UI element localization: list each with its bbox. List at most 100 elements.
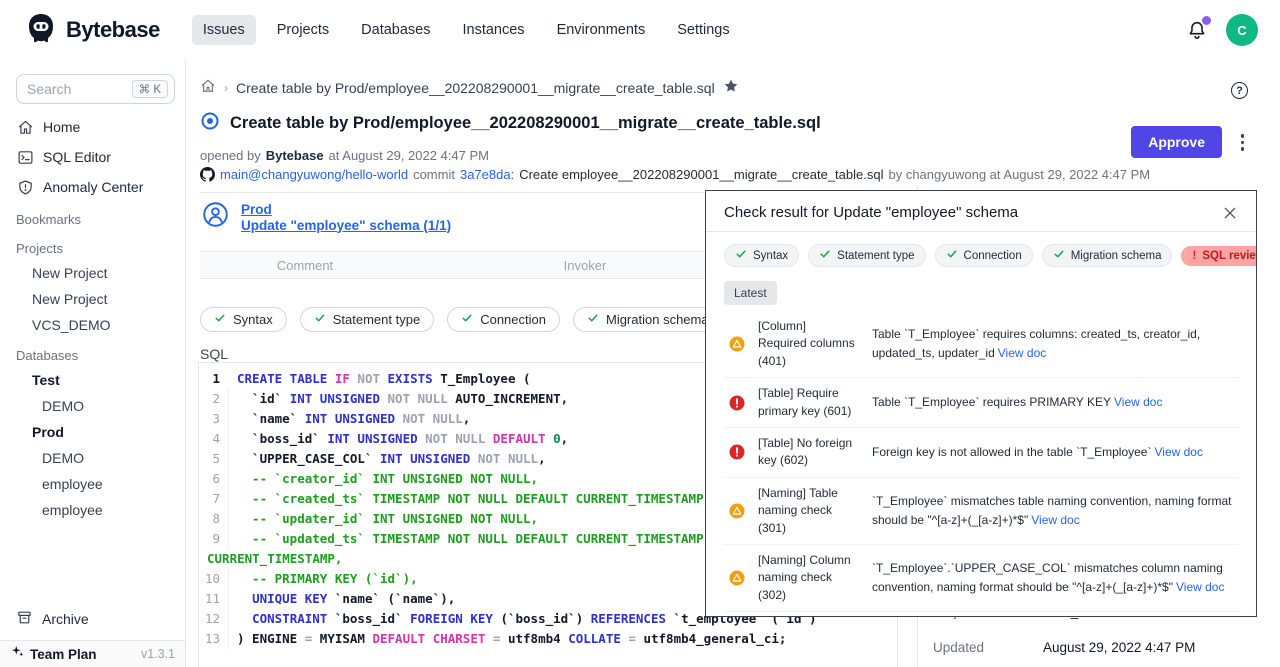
sidebar-sections: BookmarksProjectsNew ProjectNew ProjectV… <box>0 202 185 523</box>
check-connection[interactable]: Connection <box>447 307 560 332</box>
line-number: 13 <box>199 629 229 649</box>
opened-time: at August 29, 2022 4:47 PM <box>329 148 489 163</box>
error-icon <box>728 394 746 412</box>
latest-button[interactable]: Latest <box>724 281 777 305</box>
section-title-projects: Projects <box>0 231 185 260</box>
line-number: 11 <box>199 589 229 609</box>
sidebar-item-prod[interactable]: Prod <box>0 419 185 445</box>
modal-check-badges: Syntax Statement type Connection Migration … <box>724 244 1238 267</box>
check-connection[interactable]: Connection <box>935 244 1033 267</box>
sidebar-item-demo[interactable]: DEMO <box>0 445 185 471</box>
approve-button[interactable]: Approve <box>1131 126 1222 158</box>
nav-item-databases[interactable]: Databases <box>350 15 441 45</box>
view-doc-link[interactable]: View doc <box>998 346 1046 360</box>
view-doc-link[interactable]: View doc <box>1031 513 1079 527</box>
check-statement-type[interactable]: Statement type <box>808 244 925 267</box>
opened-prefix: opened by <box>200 148 261 163</box>
nav-item-issues[interactable]: Issues <box>192 15 256 45</box>
nav-item-settings[interactable]: Settings <box>666 15 740 45</box>
nav-item-environments[interactable]: Environments <box>546 15 657 45</box>
view-doc-link[interactable]: View doc <box>1176 580 1224 594</box>
github-icon <box>200 167 215 182</box>
sidebar-item-employee[interactable]: employee <box>0 497 185 523</box>
check-icon <box>819 248 831 263</box>
line-number: 7 <box>199 489 229 509</box>
check-result-row: [Column] Required columns (401)Table `T_… <box>724 311 1238 377</box>
rule-description-text: Table `T_Employee` requires PRIMARY KEY <box>872 395 1111 409</box>
line-number: 5 <box>199 449 229 469</box>
check-icon <box>587 312 599 327</box>
check-icon <box>1053 248 1065 263</box>
rule-name: [Table] No foreign key (602) <box>758 435 858 470</box>
sidebar-item-demo[interactable]: DEMO <box>0 393 185 419</box>
plan-bar[interactable]: Team Plan v1.3.1 <box>0 640 185 667</box>
anomaly-center-icon <box>16 178 34 196</box>
rule-name: [Table] Require primary key (601) <box>758 385 858 420</box>
nav-item-projects[interactable]: Projects <box>266 15 340 45</box>
check-result-list: [Column] Required columns (401)Table `T_… <box>724 311 1238 617</box>
check-migration-schema[interactable]: Migration schema <box>573 307 723 332</box>
search-input[interactable]: Search ⌘ K <box>16 74 175 104</box>
code-text: -- `creator_id` INT UNSIGNED NOT NULL, <box>237 469 538 489</box>
line-number: 3 <box>199 409 229 429</box>
check-result-row: [Naming] Column naming check (302) `T_Emp… <box>724 544 1238 611</box>
rule-description-text: `T_Employee`.`UPPER_CASE_COL` mismatches… <box>872 561 1223 594</box>
nav-item-instances[interactable]: Instances <box>451 15 535 45</box>
code-text: -- `updater_id` INT UNSIGNED NOT NULL, <box>237 509 538 529</box>
info-row-updated: Updated August 29, 2022 4:47 PM <box>933 640 1263 655</box>
stage-task-link[interactable]: Update "employee" schema (1/1) <box>241 218 451 233</box>
check-syntax[interactable]: Syntax <box>724 244 799 267</box>
error-exclamation-icon: ! <box>1192 250 1196 262</box>
notifications-bell-icon[interactable] <box>1186 19 1208 41</box>
modal-header: Check result for Update "employee" schem… <box>706 191 1256 232</box>
code-text: `boss_id` INT UNSIGNED NOT NULL DEFAULT … <box>237 429 568 449</box>
commit-sha-link[interactable]: 3a7e8da: <box>460 167 514 182</box>
check-statement-type[interactable]: Statement type <box>300 307 434 332</box>
sidebar-item-employee[interactable]: employee <box>0 471 185 497</box>
info-label: Updated <box>933 640 1043 655</box>
view-doc-link[interactable]: View doc <box>1114 395 1162 409</box>
issue-opened-line: opened by Bytebase at August 29, 2022 4:… <box>186 136 1280 163</box>
sidebar-item-test[interactable]: Test <box>0 367 185 393</box>
sidebar-item-anomaly-center[interactable]: Anomaly Center <box>0 172 185 202</box>
main-nav: Issues Projects Databases Instances Environm… <box>192 15 741 45</box>
sidebar-item-archive[interactable]: Archive <box>0 603 185 635</box>
commit-branch-link[interactable]: main@changyuwong/hello-world <box>220 167 408 182</box>
sidebar-item-new-project[interactable]: New Project <box>0 260 185 286</box>
bytebase-logo[interactable]: Bytebase <box>0 11 160 50</box>
check-migration-schema[interactable]: Migration schema <box>1042 244 1173 267</box>
warning-icon <box>728 569 746 587</box>
home-icon[interactable] <box>200 78 216 97</box>
bookmark-star-icon[interactable] <box>723 78 739 97</box>
sidebar-item-home[interactable]: Home <box>0 112 185 142</box>
check-syntax[interactable]: Syntax <box>200 307 287 332</box>
commit-word: commit <box>413 167 455 182</box>
check-icon <box>735 248 747 263</box>
info-value: August 29, 2022 4:47 PM <box>1043 640 1195 655</box>
line-number: 10 <box>199 569 229 589</box>
plan-label: Team Plan <box>30 647 97 662</box>
close-icon[interactable] <box>1222 205 1238 221</box>
stage-env-link[interactable]: Prod <box>241 202 451 217</box>
rule-name: [Naming] Column naming check (302) <box>758 552 858 604</box>
kebab-menu-icon[interactable] <box>1237 130 1249 155</box>
view-doc-link[interactable]: View doc <box>1154 445 1202 459</box>
code-text: ) ENGINE = MYISAM DEFAULT CHARSET = utf8… <box>237 629 786 649</box>
topbar: Bytebase Issues Projects Databases Instance… <box>0 0 1280 60</box>
help-icon[interactable]: ? <box>1231 82 1248 99</box>
opened-author: Bytebase <box>266 148 324 163</box>
rule-description: Foreign key is not allowed in the table … <box>872 443 1238 462</box>
code-text: -- PRIMARY KEY (`id`), <box>237 569 418 589</box>
section-title-bookmarks: Bookmarks <box>0 202 185 231</box>
sidebar-item-new-project[interactable]: New Project <box>0 286 185 312</box>
commit-line: main@changyuwong/hello-world commit 3a7e… <box>186 163 1280 182</box>
check-sql-review[interactable]: !SQL review <box>1181 246 1257 266</box>
check-result-row: [Table] No foreign key (602) Foreign key … <box>724 427 1238 477</box>
sidebar-item-vcs-demo[interactable]: VCS_DEMO <box>0 312 185 338</box>
sidebar: Search ⌘ K HomeSQL EditorAnomaly Center … <box>0 60 186 667</box>
user-avatar[interactable]: C <box>1226 14 1258 46</box>
code-line: 13 ) ENGINE = MYISAM DEFAULT CHARSET = ut… <box>199 629 897 649</box>
check-result-modal: Check result for Update "employee" schem… <box>705 190 1257 617</box>
check-label: Migration schema <box>1071 250 1162 262</box>
sidebar-item-sql-editor[interactable]: SQL Editor <box>0 142 185 172</box>
